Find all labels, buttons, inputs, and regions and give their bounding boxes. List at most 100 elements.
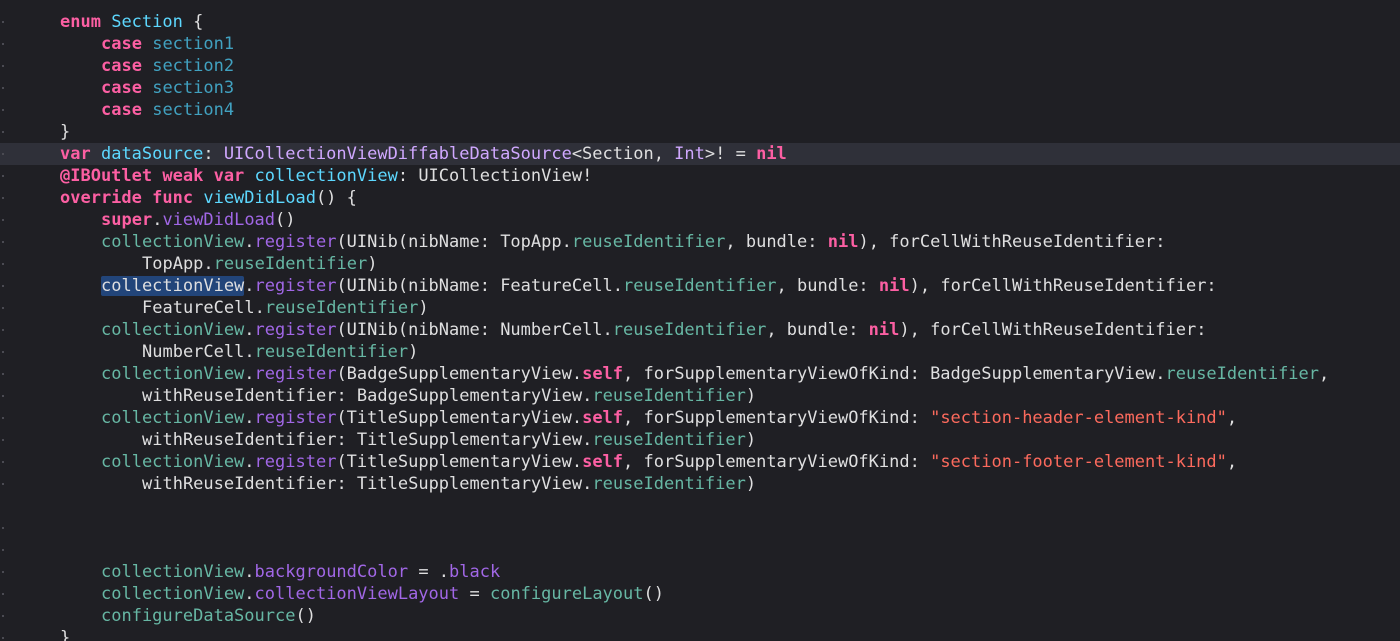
code-text: } [60, 627, 70, 641]
code-token: nil [878, 276, 910, 296]
code-token: register [254, 232, 337, 252]
gutter-marker [2, 615, 4, 617]
code-token: , [1226, 452, 1238, 472]
code-token: ), forCellWithReuseIdentifier: [858, 232, 1166, 252]
gutter-marker [2, 175, 4, 177]
code-line[interactable]: var dataSource: UICollectionViewDiffable… [0, 143, 1400, 165]
code-token: enum [60, 12, 101, 32]
code-token: collectionViewLayout [254, 584, 460, 604]
code-text: case section2 [101, 55, 234, 77]
code-token: . [244, 232, 255, 252]
code-token: collectionView [101, 364, 245, 384]
code-token: } [60, 122, 71, 142]
code-text: } [60, 121, 70, 143]
code-line[interactable]: } [0, 121, 1400, 143]
gutter-marker [2, 21, 4, 23]
code-token: withReuseIdentifier: TitleSupplementaryV… [142, 474, 593, 494]
code-token: self [582, 408, 624, 428]
code-text: collectionView.backgroundColor = .black [101, 561, 500, 583]
code-text: FeatureCell.reuseIdentifier) [142, 297, 429, 319]
code-token: } [60, 628, 71, 641]
code-line[interactable]: NumberCell.reuseIdentifier) [0, 341, 1400, 363]
code-line[interactable]: case section1 [0, 33, 1400, 55]
code-line[interactable]: case section3 [0, 77, 1400, 99]
code-token: backgroundColor [254, 562, 409, 582]
code-text: super.viewDidLoad() [101, 209, 296, 231]
code-token: case [101, 34, 142, 54]
code-line[interactable]: withReuseIdentifier: TitleSupplementaryV… [0, 429, 1400, 451]
gutter-marker [2, 395, 4, 397]
code-token: collectionView [254, 166, 398, 186]
code-token: reuseIdentifier [1165, 364, 1320, 384]
code-line[interactable]: configureDataSource() [0, 605, 1400, 627]
gutter-marker [2, 219, 4, 221]
gutter-marker [2, 285, 4, 287]
code-line[interactable]: collectionView.register(UINib(nibName: T… [0, 231, 1400, 253]
code-token: register [254, 276, 337, 296]
gutter-marker [2, 109, 4, 111]
gutter-marker [2, 87, 4, 89]
code-token: func [152, 188, 194, 208]
code-editor[interactable]: enum Section {case section1 case section2… [0, 0, 1400, 641]
code-line[interactable]: FeatureCell.reuseIdentifier) [0, 297, 1400, 319]
code-token: (UINib(nibName: FeatureCell. [336, 276, 624, 296]
code-token: . [244, 364, 255, 384]
code-token: . [244, 320, 255, 340]
code-token: Section [111, 12, 183, 32]
code-text: collectionView.register(BadgeSupplementa… [101, 363, 1329, 385]
code-token: ) [745, 386, 757, 406]
code-token: = . [408, 562, 450, 582]
code-token: , bundle: [725, 232, 828, 252]
code-token: . [244, 452, 255, 472]
code-text: collectionView.register(UINib(nibName: N… [101, 319, 1206, 341]
code-token: reuseIdentifier [592, 430, 746, 450]
code-token: collectionView [101, 562, 245, 582]
code-token: , forSupplementaryViewOfKind: [623, 452, 931, 472]
code-line[interactable]: case section4 [0, 99, 1400, 121]
code-token: var [60, 144, 91, 164]
code-line[interactable]: TopApp.reuseIdentifier) [0, 253, 1400, 275]
code-token: collectionView [101, 452, 245, 472]
code-token: (UINib(nibName: TopApp. [336, 232, 572, 252]
code-token: : [203, 144, 224, 164]
code-line[interactable]: @IBOutlet weak var collectionView: UICol… [0, 165, 1400, 187]
code-token: reuseIdentifier [592, 474, 746, 494]
code-line[interactable]: collectionView.register(TitleSupplementa… [0, 451, 1400, 473]
code-token: . [244, 584, 255, 604]
code-token: Int [674, 144, 705, 164]
code-line[interactable]: super.viewDidLoad() [0, 209, 1400, 231]
code-line[interactable]: collectionView.register(UINib(nibName: F… [0, 275, 1400, 297]
gutter-marker [2, 527, 4, 529]
code-token: weak [162, 166, 204, 186]
code-line[interactable]: withReuseIdentifier: TitleSupplementaryV… [0, 473, 1400, 495]
code-text: NumberCell.reuseIdentifier) [142, 341, 418, 363]
code-line[interactable]: withReuseIdentifier: BadgeSupplementaryV… [0, 385, 1400, 407]
code-line[interactable]: collectionView.collectionViewLayout = co… [0, 583, 1400, 605]
code-line[interactable]: collectionView.register(UINib(nibName: N… [0, 319, 1400, 341]
code-line[interactable]: collectionView.register(BadgeSupplementa… [0, 363, 1400, 385]
code-token: () [295, 606, 316, 626]
code-line[interactable] [0, 517, 1400, 539]
code-token: @IBOutlet [60, 166, 153, 186]
code-line[interactable]: collectionView.backgroundColor = .black [0, 561, 1400, 583]
gutter-marker [2, 373, 4, 375]
code-line[interactable]: collectionView.register(TitleSupplementa… [0, 407, 1400, 429]
code-token: var [213, 166, 245, 186]
code-text: withReuseIdentifier: TitleSupplementaryV… [142, 473, 756, 495]
gutter-marker [2, 571, 4, 573]
code-line[interactable]: case section2 [0, 55, 1400, 77]
code-line[interactable] [0, 539, 1400, 561]
code-token: section4 [152, 100, 235, 120]
code-token: ), forCellWithReuseIdentifier: [909, 276, 1217, 296]
code-token: "section-footer-element-kind" [930, 452, 1227, 472]
code-token: (TitleSupplementaryView. [336, 408, 583, 428]
code-line[interactable]: } [0, 627, 1400, 641]
code-line[interactable]: override func viewDidLoad() { [0, 187, 1400, 209]
code-line[interactable]: enum Section { [0, 11, 1400, 33]
code-token: , bundle: [766, 320, 869, 340]
code-token: register [254, 320, 337, 340]
code-text: collectionView.register(UINib(nibName: T… [101, 231, 1166, 253]
